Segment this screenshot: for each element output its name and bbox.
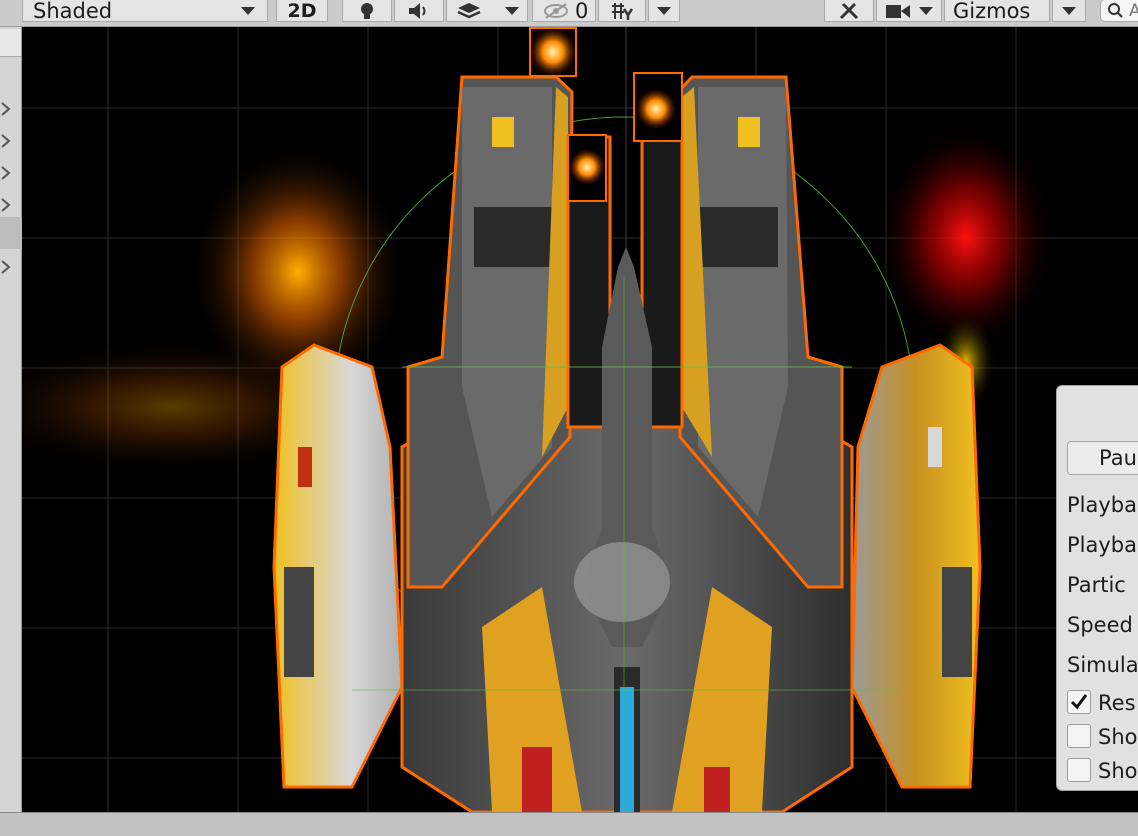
spaceship-sprite[interactable] — [272, 27, 982, 812]
tools-icon — [839, 2, 859, 19]
hierarchy-header — [0, 29, 21, 57]
simulate-layers-label: Simula — [1067, 653, 1138, 677]
resimulate-checkbox[interactable] — [1067, 690, 1091, 714]
gizmos-toggle[interactable]: Gizmos — [944, 0, 1050, 22]
show-only-selected-label: Sho — [1098, 759, 1138, 783]
scene-viewport[interactable] — [22, 27, 1138, 812]
gizmos-dropdown[interactable] — [1052, 0, 1086, 22]
grid-options-dropdown[interactable] — [648, 0, 680, 22]
particle-effect-panel: Pau Playba Playba Partic Speed Simula Re… — [1056, 385, 1138, 791]
bottom-status-bar — [0, 812, 1138, 836]
search-placeholder: All — [1129, 0, 1138, 21]
shading-mode-label: Shaded — [33, 0, 113, 23]
shading-mode-dropdown[interactable]: Shaded — [22, 0, 268, 22]
pause-button[interactable]: Pau — [1067, 441, 1138, 475]
playback-time-label: Playba — [1067, 533, 1137, 557]
scene-toolbar: Shaded 2D 0 Gizmos All — [0, 0, 1138, 27]
chevron-right-icon[interactable] — [0, 101, 14, 117]
speed-range-label: Speed — [1067, 613, 1133, 637]
resimulate-label: Res — [1098, 691, 1136, 715]
lighting-toggle-button[interactable] — [342, 0, 392, 22]
effects-layers-icon — [457, 2, 481, 18]
lightbulb-icon — [361, 2, 373, 19]
chevron-down-icon — [919, 6, 933, 15]
chevron-right-icon[interactable] — [0, 165, 14, 181]
gizmos-label: Gizmos — [953, 0, 1031, 23]
chevron-right-icon[interactable] — [0, 133, 14, 149]
chevron-down-icon — [657, 6, 671, 15]
hierarchy-strip — [0, 27, 22, 812]
show-bounds-checkbox[interactable] — [1067, 724, 1091, 748]
hidden-objects-toggle[interactable]: 0 — [532, 0, 596, 22]
show-bounds-label: Sho — [1098, 725, 1138, 749]
chevron-down-icon — [241, 6, 255, 15]
camera-icon — [886, 4, 910, 18]
chevron-down-icon — [505, 6, 519, 15]
grid-snap-icon — [612, 2, 634, 20]
checkmark-icon — [1070, 694, 1088, 710]
search-field[interactable]: All — [1100, 0, 1138, 22]
audio-icon — [409, 2, 426, 19]
camera-settings-dropdown[interactable] — [876, 0, 942, 22]
show-only-selected-checkbox[interactable] — [1067, 758, 1091, 782]
effects-toggle-button[interactable] — [446, 0, 528, 22]
particles-label: Partic — [1067, 573, 1126, 597]
scene-tools-button[interactable] — [824, 0, 874, 22]
chevron-right-icon[interactable] — [0, 197, 14, 213]
grid-snap-button[interactable] — [598, 0, 646, 22]
visibility-eye-icon — [544, 2, 568, 19]
playback-speed-label: Playba — [1067, 493, 1137, 517]
toggle-2d-button[interactable]: 2D — [276, 0, 328, 22]
selected-row-highlight — [0, 217, 22, 249]
chevron-right-icon[interactable] — [0, 259, 14, 275]
search-icon — [1108, 2, 1123, 18]
hidden-objects-count: 0 — [575, 0, 589, 23]
particle-effect-panel-header — [1057, 386, 1138, 436]
audio-toggle-button[interactable] — [394, 0, 444, 22]
chevron-down-icon — [1062, 6, 1076, 15]
toggle-2d-label: 2D — [287, 0, 317, 22]
